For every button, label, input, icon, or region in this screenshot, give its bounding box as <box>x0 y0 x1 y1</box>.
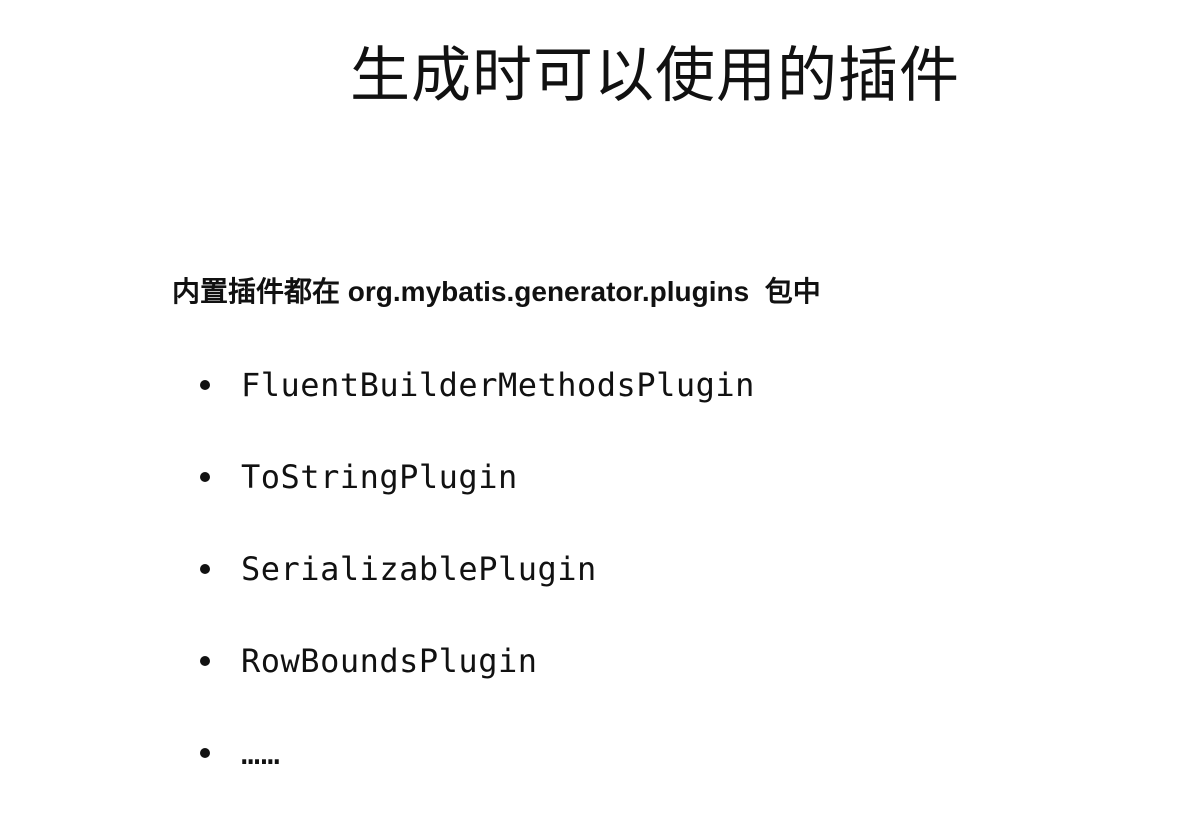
plugin-list: FluentBuilderMethodsPlugin ToStringPlugi… <box>200 362 755 822</box>
bullet-icon <box>200 748 210 758</box>
list-item: RowBoundsPlugin <box>200 638 755 684</box>
intro-suffix: 包中 <box>764 276 821 307</box>
list-item: …… <box>200 730 755 776</box>
list-item: ToStringPlugin <box>200 454 755 500</box>
list-item: FluentBuilderMethodsPlugin <box>200 362 755 408</box>
list-item-label: …… <box>241 734 281 772</box>
slide-title: 生成时可以使用的插件 <box>350 41 960 111</box>
package-name: org.mybatis.generator.plugins <box>347 276 750 307</box>
bullet-icon <box>200 472 210 482</box>
slide: 生成时可以使用的插件 内置插件都在 org.mybatis.generator.… <box>0 0 1190 808</box>
intro-line: 内置插件都在 org.mybatis.generator.plugins 包中 <box>172 272 821 312</box>
list-item-label: SerializablePlugin <box>241 550 597 588</box>
list-item-label: RowBoundsPlugin <box>241 642 538 680</box>
bullet-icon <box>200 380 210 390</box>
list-item-label: FluentBuilderMethodsPlugin <box>241 366 755 404</box>
list-item-label: ToStringPlugin <box>241 458 518 496</box>
list-item: SerializablePlugin <box>200 546 755 592</box>
intro-prefix: 内置插件都在 <box>172 276 341 307</box>
bullet-icon <box>200 564 210 574</box>
bullet-icon <box>200 656 210 666</box>
